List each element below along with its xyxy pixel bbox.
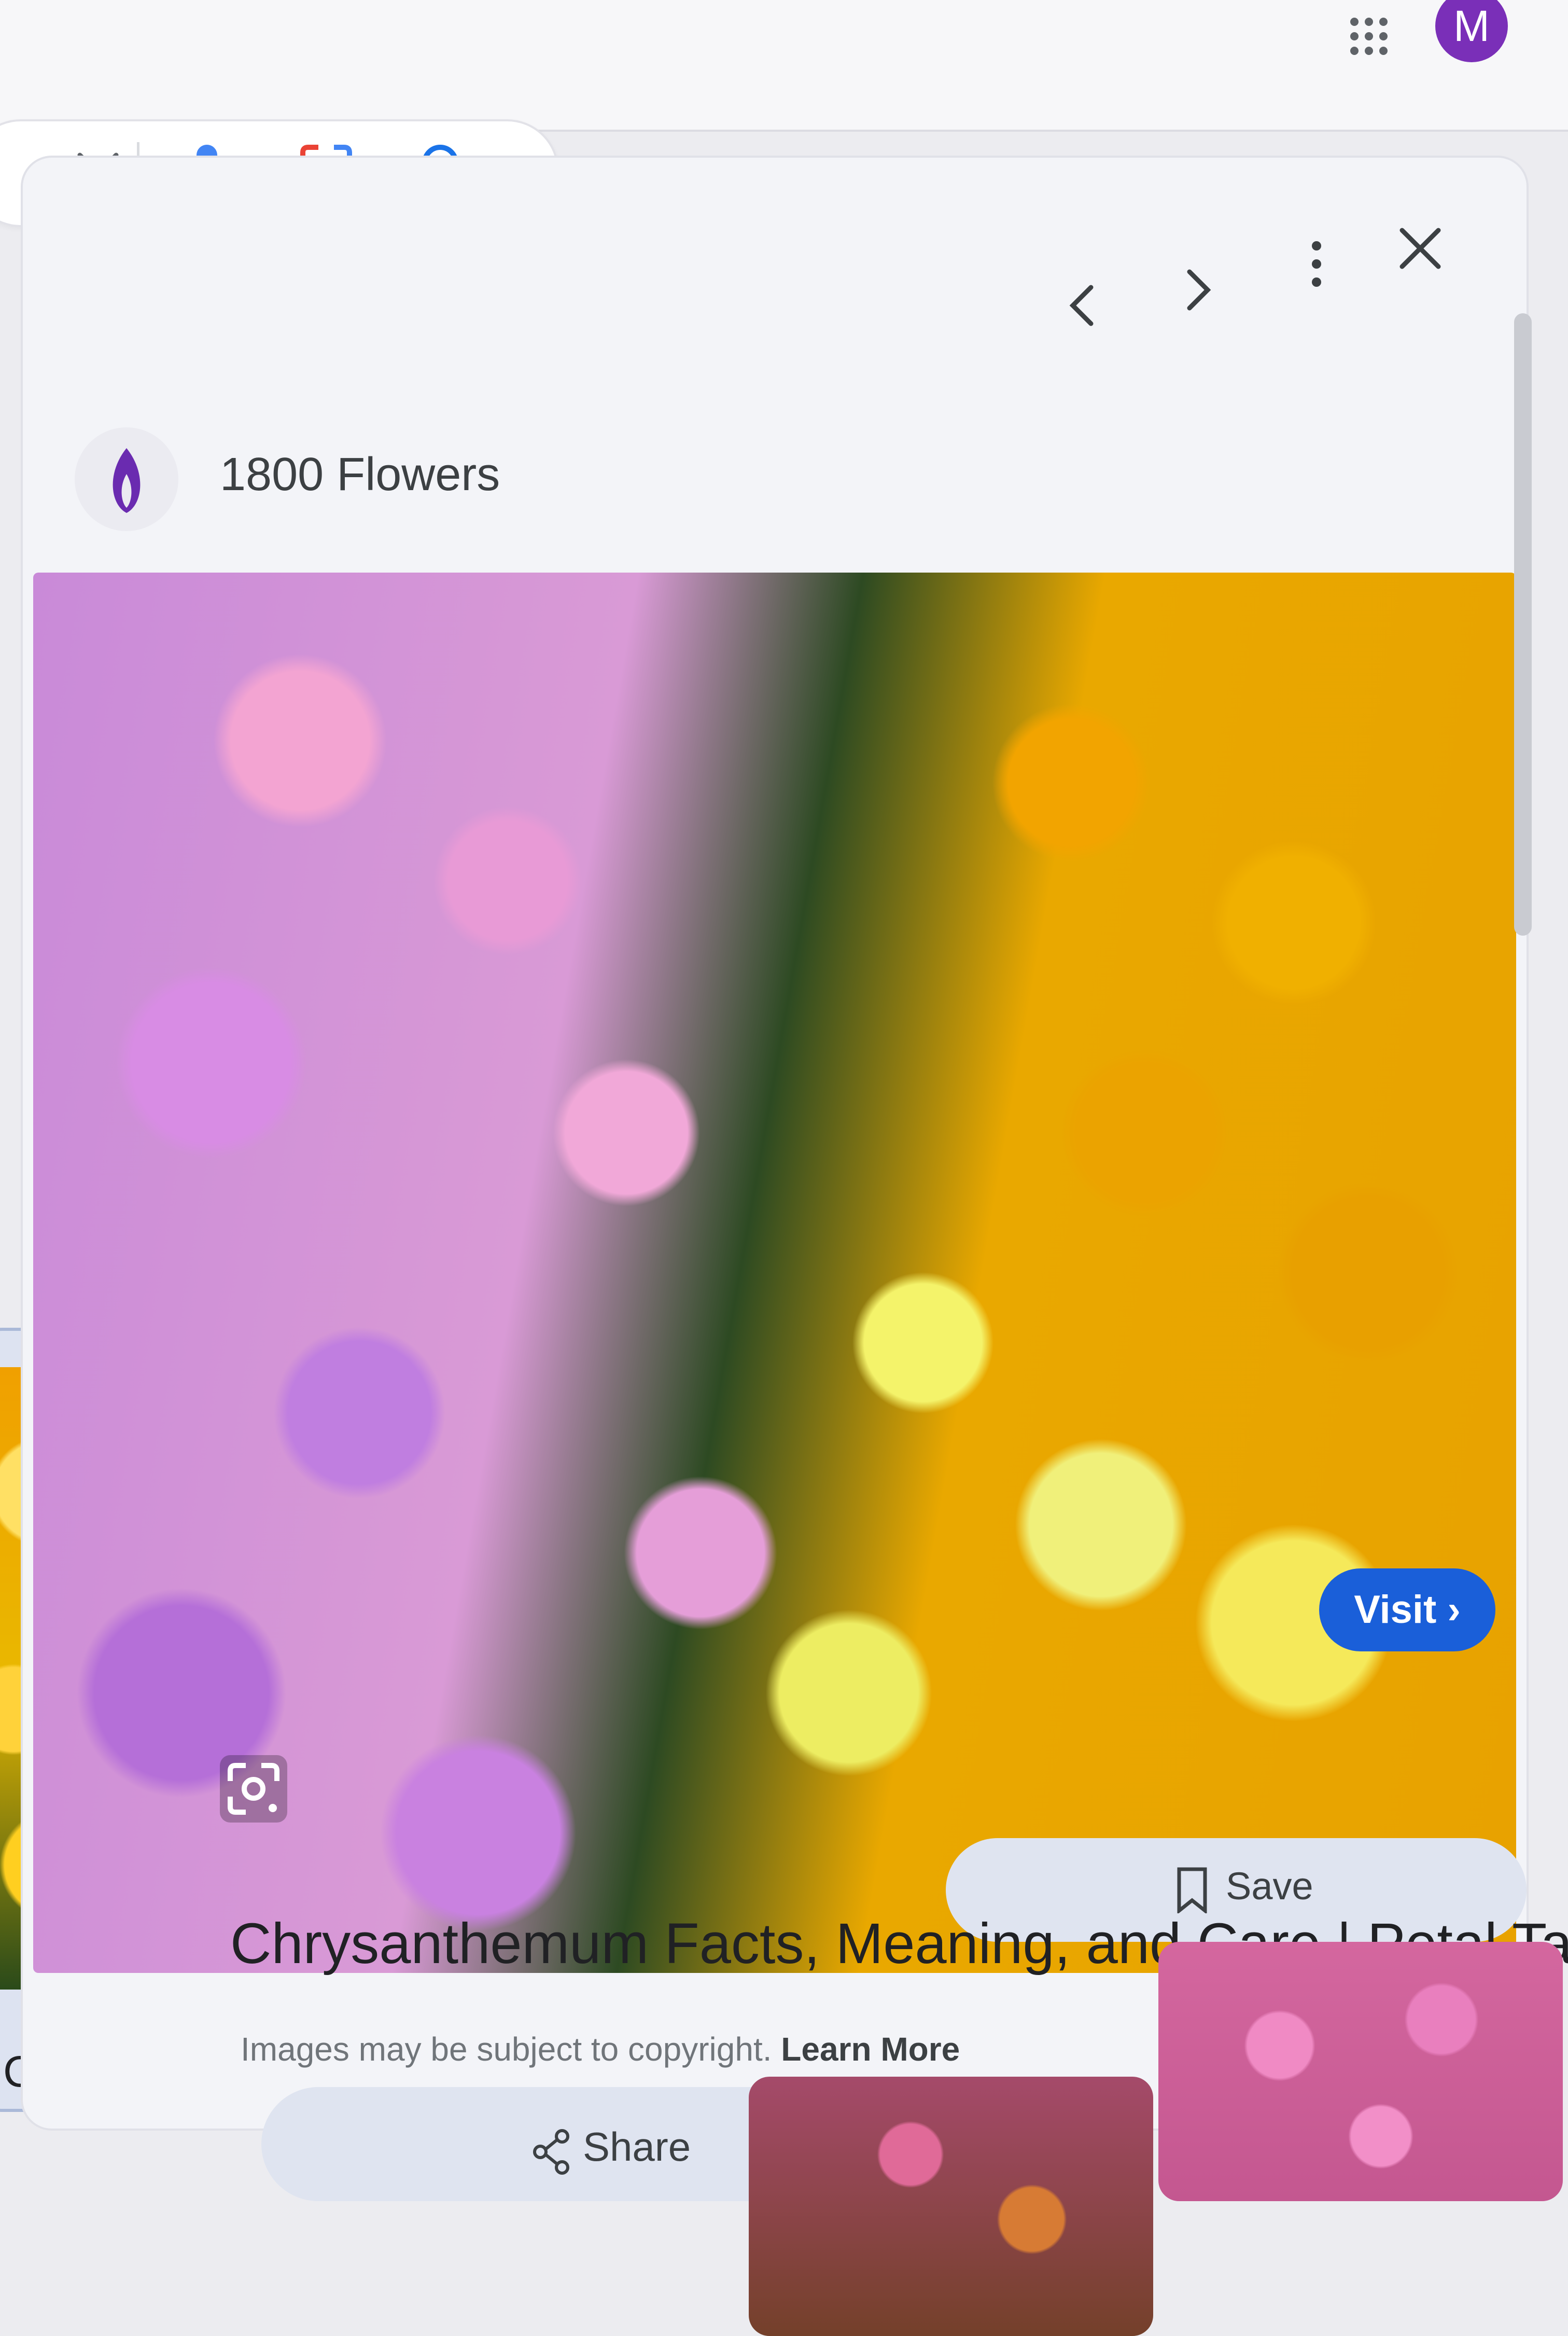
share-label: Share (583, 2124, 691, 2170)
source-name[interactable]: 1800 Flowers (220, 448, 500, 502)
flame-logo-icon (75, 427, 178, 531)
bookmark-icon (1177, 1867, 1207, 1913)
copyright-text: Images may be subject to copyright. (241, 2031, 772, 2068)
save-label: Save (1226, 1865, 1313, 1908)
top-bar: M (0, 0, 1568, 132)
avatar[interactable]: M (1435, 0, 1508, 62)
related-image[interactable] (749, 2077, 1153, 2336)
share-icon (533, 2129, 569, 2175)
visit-button[interactable]: Visit › (1319, 1568, 1495, 1651)
close-icon[interactable] (1392, 220, 1449, 277)
chevron-right-icon[interactable] (1169, 261, 1226, 318)
chevron-left-icon[interactable] (1055, 277, 1112, 334)
learn-more-link[interactable]: Learn More (781, 2031, 960, 2068)
related-image[interactable] (1158, 1942, 1563, 2201)
source-row[interactable]: 1800 Flowers (33, 407, 655, 531)
image-viewer-panel: 1800 Flowers Visit › Save Chrysanthemum … (21, 156, 1568, 2336)
scrollbar[interactable] (1514, 313, 1532, 936)
apps-grid-icon[interactable] (1348, 16, 1390, 57)
copyright-notice: Images may be subject to copyright. Lear… (241, 2030, 960, 2068)
more-vert-icon[interactable] (1288, 235, 1345, 293)
google-lens-icon[interactable] (220, 1755, 287, 1823)
